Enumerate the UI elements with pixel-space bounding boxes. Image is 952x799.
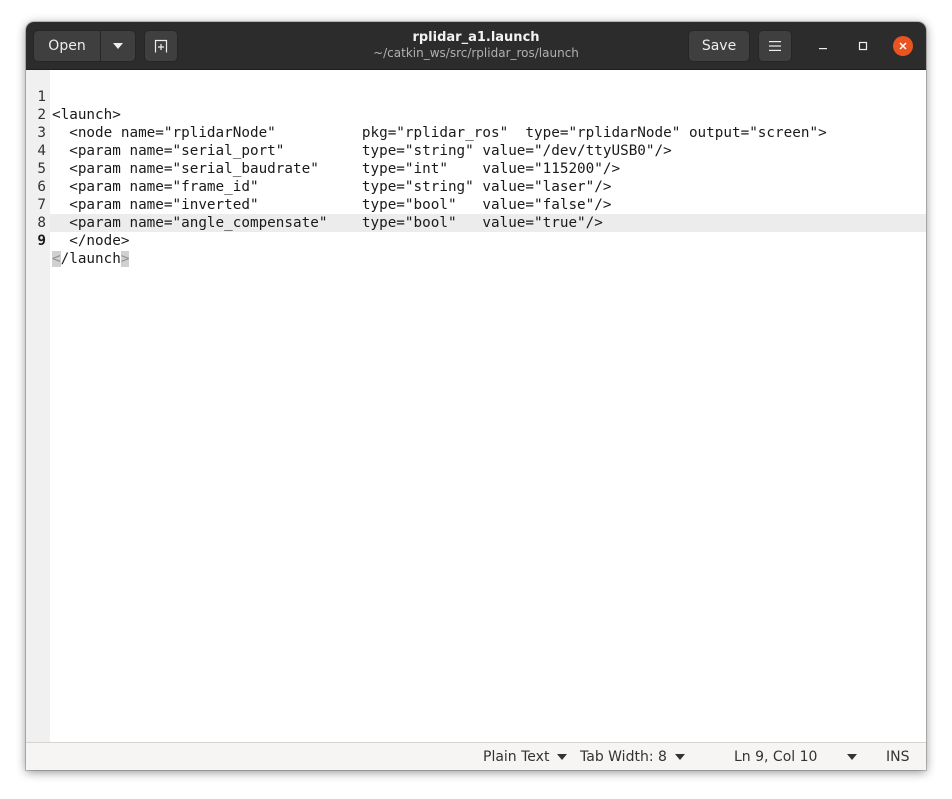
- code-line: 1 <launch>: [26, 70, 926, 123]
- minimize-button[interactable]: [813, 36, 833, 56]
- language-label: Plain Text: [483, 749, 550, 765]
- cursor-position-label: Ln 9, Col 10: [734, 749, 818, 765]
- main-menu-button[interactable]: [758, 30, 792, 62]
- close-button[interactable]: [893, 36, 913, 56]
- code-line: 2 <node name="rplidarNode" pkg="rplidar_…: [26, 88, 926, 141]
- status-bar: Plain Text Tab Width: 8 Ln 9, Col 10 INS: [26, 742, 926, 770]
- chevron-down-icon: [557, 754, 568, 760]
- editor-window: Open rplidar_a1.launch ~/catkin_ws/src/r…: [26, 22, 926, 770]
- save-button[interactable]: Save: [688, 30, 750, 62]
- text-editor[interactable]: 1 <launch> 2 <node name="rplidarNode" pk…: [26, 70, 926, 742]
- window-title: rplidar_a1.launch: [412, 30, 540, 45]
- window-title-area: rplidar_a1.launch ~/catkin_ws/src/rplida…: [276, 30, 676, 61]
- header-bar: Open rplidar_a1.launch ~/catkin_ws/src/r…: [26, 22, 926, 70]
- new-tab-button[interactable]: [144, 30, 178, 62]
- close-icon: [899, 42, 907, 50]
- matching-bracket-close: >: [120, 251, 130, 267]
- chevron-down-icon: [113, 43, 123, 49]
- minimize-icon: [819, 48, 827, 50]
- window-subtitle: ~/catkin_ws/src/rplidar_ros/launch: [373, 46, 579, 60]
- code-lines: 1 <launch> 2 <node name="rplidarNode" pk…: [26, 70, 926, 267]
- language-selector[interactable]: Plain Text: [483, 748, 568, 766]
- hamburger-menu-icon: [769, 41, 781, 51]
- chevron-down-icon: [847, 754, 858, 760]
- line-number: 9: [37, 233, 46, 249]
- tab-width-selector[interactable]: Tab Width: 8: [580, 748, 685, 766]
- matching-bracket-open: <: [52, 251, 61, 267]
- new-tab-icon: [154, 39, 168, 53]
- insert-mode-indicator[interactable]: INS: [886, 748, 910, 766]
- line-text-body: /launch: [60, 251, 121, 267]
- line-text: </launch>: [52, 250, 130, 268]
- chevron-down-icon: [674, 754, 685, 760]
- open-button[interactable]: Open: [33, 30, 101, 62]
- code-line: 5 <param name="frame_id" type="string" v…: [26, 142, 926, 195]
- maximize-icon: [858, 41, 868, 51]
- open-menu-button[interactable]: [100, 30, 136, 62]
- code-line: 8 </node>: [26, 196, 926, 249]
- code-line: 3 <param name="serial_port" type="string…: [26, 106, 926, 159]
- code-line: 4 <param name="serial_baudrate" type="in…: [26, 124, 926, 177]
- code-line-current: 9 </launch>: [26, 214, 926, 267]
- insert-mode-label: INS: [886, 749, 910, 765]
- cursor-position-selector[interactable]: Ln 9, Col 10: [734, 748, 858, 766]
- tab-width-label: Tab Width: 8: [580, 749, 667, 765]
- code-line: 6 <param name="inverted" type="bool" val…: [26, 160, 926, 213]
- code-line: 7 <param name="angle_compensate" type="b…: [26, 178, 926, 231]
- maximize-button[interactable]: [853, 36, 873, 56]
